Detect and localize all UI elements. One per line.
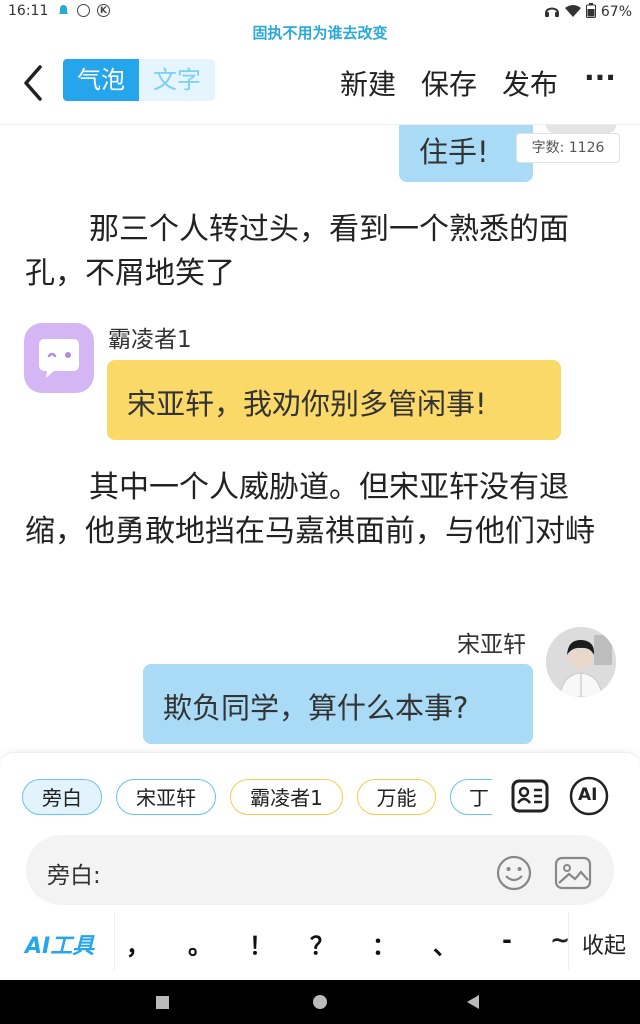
banner-text: 固执不用为谁去改变 [252, 24, 388, 42]
divider [114, 912, 115, 970]
ai-button[interactable]: AI [569, 776, 609, 816]
punct-comma[interactable]: ， [120, 926, 156, 961]
back-arrow-icon[interactable] [18, 63, 48, 103]
punct-period[interactable]: 。 [182, 926, 218, 961]
input-role-label: 旁白: [47, 863, 101, 889]
status-time: 16:11 [8, 3, 49, 19]
system-nav-bar [0, 980, 640, 1024]
status-bar: 16:11 K 67% [0, 0, 640, 22]
divider [568, 912, 569, 970]
tab-text[interactable]: 文字 [139, 59, 215, 101]
punct-dash[interactable]: - [489, 926, 525, 954]
notification-icon [57, 4, 70, 17]
status-right: 67% [544, 3, 632, 20]
punct-question[interactable]: ？ [304, 926, 340, 961]
word-count-badge: 字数: 1126 [516, 133, 620, 163]
save-button[interactable]: 保存 [421, 63, 477, 103]
speaker-name: 霸凌者1 [108, 327, 192, 353]
role-chip-universal[interactable]: 万能 [357, 779, 436, 815]
speaker-avatar-partial [546, 125, 616, 133]
narration-text[interactable]: 那三个人转过头，看到一个熟悉的面孔，不屑地笑了 [25, 208, 615, 296]
role-chip-song-yaxuan[interactable]: 宋亚轩 [116, 779, 216, 815]
role-chip-narrator[interactable]: 旁白 [22, 779, 102, 815]
collapse-button[interactable]: 收起 [582, 928, 626, 960]
emoji-icon[interactable] [496, 855, 532, 891]
role-chip-clip: 丁 [450, 779, 492, 815]
message-text: 住手! [419, 135, 489, 169]
battery-level: 67% [600, 4, 632, 20]
message-text: 欺负同学，算什么本事? [163, 691, 469, 725]
image-icon[interactable] [554, 855, 592, 891]
publish-button[interactable]: 发布 [502, 63, 558, 103]
tab-bubble[interactable]: 气泡 [63, 59, 139, 101]
ai-tools-button[interactable]: AI工具 [25, 928, 94, 960]
message-text: 宋亚轩，我劝你别多管闲事! [127, 387, 487, 421]
punct-clip: ~ [550, 926, 568, 956]
message-bubble[interactable]: 住手! [399, 125, 533, 182]
speaker-name: 宋亚轩 [457, 632, 526, 658]
home-icon[interactable] [313, 995, 327, 1009]
more-icon[interactable]: ··· [584, 61, 616, 94]
narration-text[interactable]: 其中一个人威胁道。但宋亚轩没有退缩，他勇敢地挡在马嘉祺面前，与他们对峙 [25, 466, 615, 554]
speaker-avatar[interactable] [24, 323, 94, 393]
headset-icon [544, 7, 559, 17]
mode-switch: 气泡 文字 [63, 59, 215, 101]
message-bubble[interactable]: 欺负同学，算什么本事? [143, 664, 533, 744]
speaker-avatar[interactable] [546, 627, 616, 697]
punct-tilde[interactable]: ~ [550, 926, 568, 954]
message-bubble[interactable]: 宋亚轩，我劝你别多管闲事! [107, 360, 561, 440]
role-chip-ding[interactable]: 丁 [450, 779, 492, 815]
wifi-icon [564, 5, 581, 17]
punct-exclaim[interactable]: ！ [243, 926, 279, 961]
k-icon: K [97, 4, 110, 17]
new-button[interactable]: 新建 [340, 63, 396, 103]
battery-icon [586, 3, 597, 18]
back-icon[interactable] [467, 995, 479, 1009]
editor-header: 气泡 文字 新建 保存 发布 ··· [0, 50, 640, 125]
sync-icon [77, 4, 90, 17]
punct-colon[interactable]: ： [366, 926, 402, 961]
ai-label: AI [578, 785, 598, 805]
recents-icon[interactable] [156, 996, 169, 1009]
role-card-icon[interactable] [510, 776, 550, 816]
role-chip-bully[interactable]: 霸凌者1 [230, 779, 343, 815]
punct-pause[interactable]: 、 [427, 926, 463, 961]
